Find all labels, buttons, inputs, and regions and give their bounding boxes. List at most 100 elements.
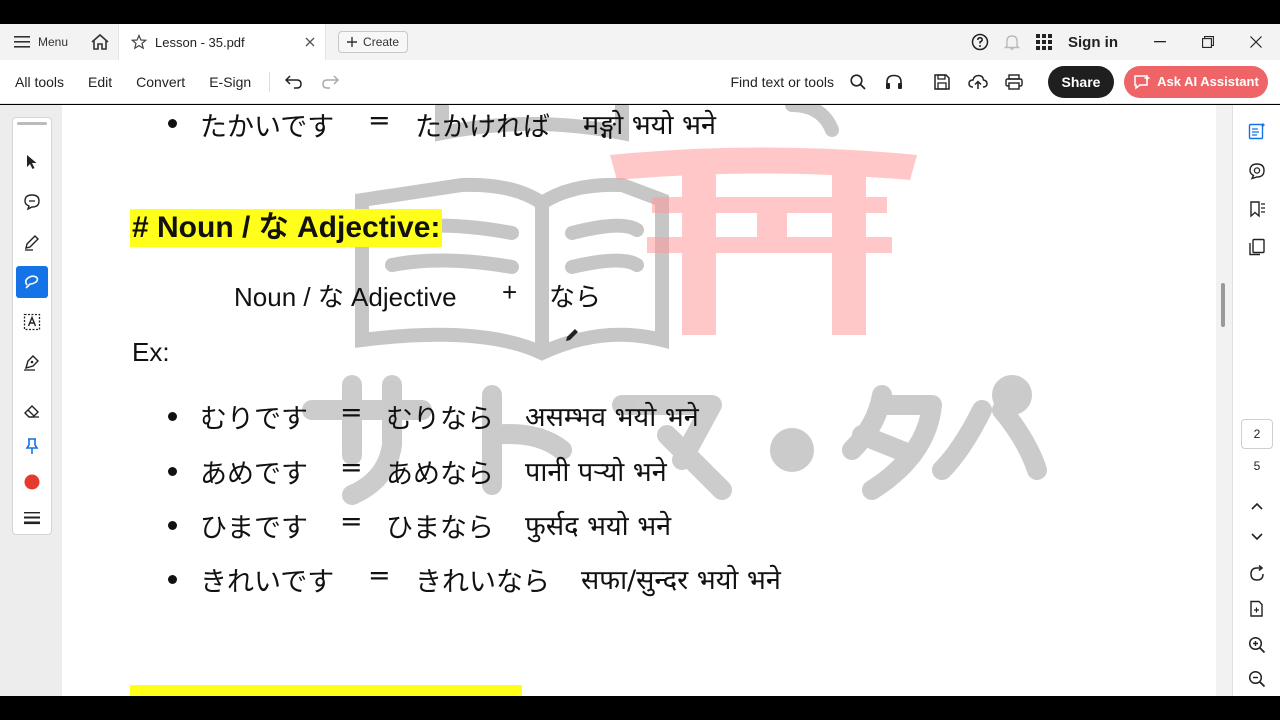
nepali-translation: मङ्गो भयो भने (583, 110, 716, 141)
draw-freehand-tool[interactable] (16, 266, 48, 298)
japanese-conditional-form: きれいなら (415, 567, 550, 598)
red-color-swatch-icon (24, 474, 40, 490)
save-button[interactable] (924, 60, 960, 104)
tab-document[interactable]: Lesson - 35.pdf (118, 24, 327, 60)
comment-tool[interactable] (16, 186, 48, 218)
formula-plus: + (502, 277, 518, 307)
highlight-tool[interactable] (16, 226, 48, 258)
ai-summary-button[interactable] (1245, 119, 1269, 143)
all-tools-button[interactable]: All tools (0, 74, 76, 90)
redo-button[interactable] (312, 60, 348, 104)
bullet (168, 412, 177, 421)
star-icon[interactable] (131, 34, 148, 50)
search-icon (850, 73, 866, 90)
home-icon (91, 33, 109, 50)
text-box-tool[interactable] (16, 306, 48, 338)
bullet (168, 575, 177, 584)
chevron-down-icon (1251, 533, 1263, 541)
cloud-upload-icon (968, 74, 988, 89)
equals-sign: = (368, 105, 391, 136)
nepali-translation: फुर्सद भयो भने (525, 511, 672, 542)
ai-assistant-button[interactable]: Ask AI Assistant (1124, 65, 1268, 98)
close-icon (1250, 36, 1262, 48)
nepali-translation: असम्भव भयो भने (525, 402, 699, 433)
japanese-conditional-form: むりなら (386, 404, 494, 435)
pin-tool[interactable] (16, 430, 48, 462)
cursor-icon (27, 155, 37, 169)
vertical-scrollbar[interactable] (1216, 105, 1232, 696)
close-icon[interactable] (305, 37, 315, 47)
pen-icon (25, 235, 39, 251)
left-tools-panel (12, 117, 52, 535)
bullet (168, 467, 177, 476)
restore-button[interactable] (1184, 24, 1232, 60)
scrollbar-thumb[interactable] (1221, 283, 1225, 327)
select-tool[interactable] (16, 146, 48, 178)
rotate-button[interactable] (1245, 562, 1269, 586)
current-page-input[interactable]: 2 (1241, 419, 1273, 449)
nepali-translation: सफा/सुन्दर भयो भने (581, 565, 781, 596)
create-button[interactable]: Create (338, 31, 409, 53)
pencil-cursor-icon (566, 329, 578, 341)
color-picker[interactable] (16, 466, 48, 498)
japanese-conditional-form: ひまなら (386, 513, 494, 544)
print-button[interactable] (996, 60, 1032, 104)
read-aloud-button[interactable] (876, 60, 912, 104)
redo-icon (322, 74, 340, 89)
example-row: ひまです = ひまなら फुर्सद भयो भने (200, 506, 800, 544)
pages-button[interactable] (1245, 235, 1269, 259)
plus-icon (347, 37, 358, 47)
undo-button[interactable] (276, 60, 312, 104)
japanese-conditional-form: あめなら (386, 459, 494, 490)
doc-line-top: たかいです = たかければ मङ्गो भयो भने (200, 105, 840, 143)
help-button[interactable] (964, 24, 996, 60)
edit-button[interactable]: Edit (76, 74, 124, 90)
equals-sign: = (340, 452, 363, 483)
headphones-icon (886, 74, 902, 89)
pin-icon (25, 438, 39, 454)
chevron-up-icon (1251, 502, 1263, 510)
sign-in-link[interactable]: Sign in (1060, 34, 1136, 51)
comments-panel-button[interactable] (1245, 159, 1269, 183)
convert-button[interactable]: Convert (124, 74, 197, 90)
more-tools-button[interactable] (16, 502, 48, 534)
example-row: きれいです = きれいなら सफा/सुन्दर भयो भने (200, 560, 860, 598)
menu-button[interactable]: Menu (0, 24, 82, 60)
panel-grip[interactable] (17, 122, 47, 125)
zoom-out-button[interactable] (1245, 667, 1269, 691)
search-button[interactable] (840, 60, 876, 104)
notifications-button[interactable] (996, 24, 1028, 60)
bookmarks-button[interactable] (1245, 197, 1269, 221)
japanese-polite-form: ひまです (200, 513, 308, 544)
save-icon (934, 73, 950, 90)
create-label: Create (363, 35, 400, 49)
examples-label: Ex: (132, 337, 170, 367)
zoom-in-icon (1248, 636, 1266, 654)
example-row: あめです = あめなら पानी पऱ्यो भने (200, 452, 800, 490)
esign-button[interactable]: E-Sign (197, 74, 263, 90)
home-button[interactable] (82, 24, 118, 60)
hamburger-icon (14, 36, 30, 48)
find-text-label[interactable]: Find text or tools (731, 74, 841, 90)
menu-label: Menu (38, 35, 69, 49)
pdf-page[interactable]: たかいです = たかければ मङ्गो भयो भने # Noun / な A… (62, 105, 1216, 696)
page-fit-button[interactable] (1245, 597, 1269, 621)
refresh-icon (1250, 565, 1264, 581)
sign-tool[interactable] (16, 346, 48, 378)
right-side-panel: 2 5 (1232, 105, 1280, 696)
comment-icon (24, 194, 40, 211)
text-box-icon (23, 313, 41, 331)
next-page-button[interactable] (1245, 525, 1269, 549)
upload-button[interactable] (960, 60, 996, 104)
letterbox-top (0, 0, 1280, 24)
close-window-button[interactable] (1232, 24, 1280, 60)
section-heading: # Noun / な Adjective: (130, 209, 443, 247)
zoom-in-button[interactable] (1245, 633, 1269, 657)
share-button[interactable]: Share (1048, 65, 1114, 98)
equals-sign: = (340, 506, 363, 537)
apps-button[interactable] (1028, 24, 1060, 60)
eraser-tool[interactable] (16, 394, 48, 426)
grammar-formula: Noun / な Adjective + なら (234, 277, 634, 313)
minimize-button[interactable] (1136, 24, 1184, 60)
previous-page-button[interactable] (1245, 494, 1269, 518)
